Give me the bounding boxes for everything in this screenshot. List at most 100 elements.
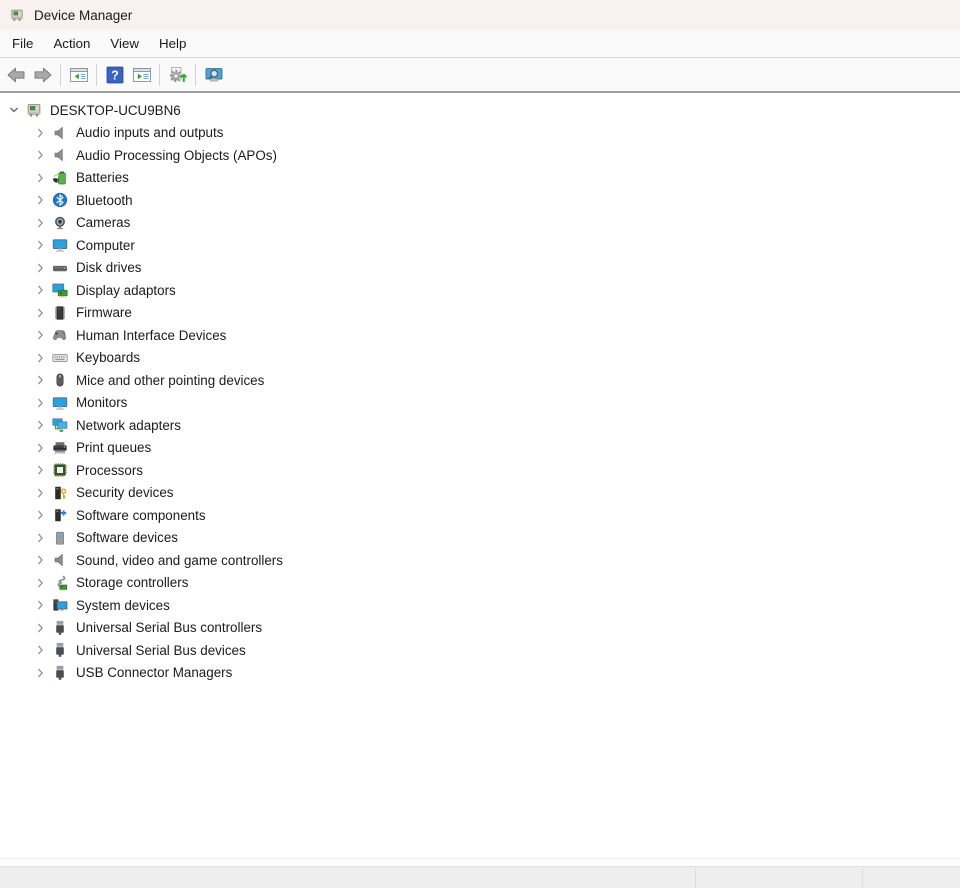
chevron-right-icon[interactable]: [30, 398, 50, 408]
tree-item-label: Security devices: [76, 485, 174, 500]
menu-item-help[interactable]: Help: [149, 30, 196, 57]
system-icon: [50, 597, 70, 614]
disk-icon: [50, 259, 70, 276]
chevron-right-icon[interactable]: [30, 308, 50, 318]
processor-icon: [50, 462, 70, 479]
chevron-right-icon[interactable]: [30, 285, 50, 295]
tree-item[interactable]: Print queues: [0, 437, 960, 460]
help-button[interactable]: [101, 61, 128, 88]
chevron-right-icon[interactable]: [30, 510, 50, 520]
chevron-right-icon[interactable]: [30, 443, 50, 453]
menubar: FileActionViewHelp: [0, 30, 960, 58]
tree-item[interactable]: Processors: [0, 459, 960, 482]
chevron-right-icon[interactable]: [30, 555, 50, 565]
menu-item-view[interactable]: View: [100, 30, 149, 57]
device-manager-window: Device Manager FileActionViewHelp DESKTO…: [0, 0, 960, 888]
tree-item-label: Disk drives: [76, 260, 141, 275]
tree-item-label: Network adapters: [76, 418, 181, 433]
status-bar-divider: [695, 869, 696, 888]
chevron-right-icon[interactable]: [30, 195, 50, 205]
chevron-right-icon[interactable]: [30, 353, 50, 363]
tree-item-label: Keyboards: [76, 350, 140, 365]
forward-arrow-button[interactable]: [29, 61, 56, 88]
menu-item-action[interactable]: Action: [43, 30, 100, 57]
tree-item[interactable]: Cameras: [0, 212, 960, 235]
speaker-icon: [50, 552, 70, 569]
security-icon: [50, 484, 70, 501]
chevron-right-icon[interactable]: [30, 668, 50, 678]
chevron-right-icon[interactable]: [30, 173, 50, 183]
chevron-right-icon[interactable]: [30, 623, 50, 633]
tree-item-label: Computer: [76, 238, 135, 253]
tree-item-label: Bluetooth: [76, 193, 133, 208]
battery-icon: [50, 169, 70, 186]
tree-item-label: Batteries: [76, 170, 129, 185]
tree-item-label: Print queues: [76, 440, 151, 455]
computer-device-icon: [24, 102, 44, 119]
chevron-down-icon[interactable]: [4, 105, 24, 115]
tree-item[interactable]: Monitors: [0, 392, 960, 415]
chevron-right-icon[interactable]: [30, 465, 50, 475]
keyboard-icon: [50, 349, 70, 366]
computer-search-button[interactable]: [200, 61, 227, 88]
tree-item[interactable]: Software components: [0, 504, 960, 527]
usb-icon: [50, 664, 70, 681]
tree-item-label: Mice and other pointing devices: [76, 373, 264, 388]
chevron-right-icon[interactable]: [30, 375, 50, 385]
tree-item[interactable]: Display adaptors: [0, 279, 960, 302]
back-arrow-button[interactable]: [2, 61, 29, 88]
network-icon: [50, 417, 70, 434]
titlebar[interactable]: Device Manager: [0, 0, 960, 30]
tree-item[interactable]: Keyboards: [0, 347, 960, 370]
show-action-pane-icon: [132, 65, 152, 85]
tree-root-item[interactable]: DESKTOP-UCU9BN6: [0, 99, 960, 122]
tree-item[interactable]: Security devices: [0, 482, 960, 505]
show-console-tree-button[interactable]: [65, 61, 92, 88]
tree-item[interactable]: Computer: [0, 234, 960, 257]
toolbar: [0, 58, 960, 93]
software-component-icon: [50, 507, 70, 524]
mouse-icon: [50, 372, 70, 389]
tree-item[interactable]: Human Interface Devices: [0, 324, 960, 347]
scan-hardware-changes-icon: [168, 65, 188, 85]
toolbar-separator: [159, 64, 160, 86]
tree-item[interactable]: Audio Processing Objects (APOs): [0, 144, 960, 167]
tree-item[interactable]: USB Connector Managers: [0, 662, 960, 685]
chevron-right-icon[interactable]: [30, 128, 50, 138]
chevron-right-icon[interactable]: [30, 150, 50, 160]
chevron-right-icon[interactable]: [30, 240, 50, 250]
tree-item[interactable]: Sound, video and game controllers: [0, 549, 960, 572]
tree-item-label: Cameras: [76, 215, 130, 230]
chevron-right-icon[interactable]: [30, 578, 50, 588]
forward-arrow-icon: [33, 65, 53, 85]
chevron-right-icon[interactable]: [30, 533, 50, 543]
chevron-right-icon[interactable]: [30, 263, 50, 273]
tree-item[interactable]: Universal Serial Bus devices: [0, 639, 960, 662]
chevron-right-icon[interactable]: [30, 600, 50, 610]
tree-item[interactable]: System devices: [0, 594, 960, 617]
menu-item-file[interactable]: File: [2, 30, 43, 57]
hid-icon: [50, 327, 70, 344]
scan-hardware-changes-button[interactable]: [164, 61, 191, 88]
tree-item[interactable]: Storage controllers: [0, 572, 960, 595]
tree-item[interactable]: Audio inputs and outputs: [0, 122, 960, 145]
chevron-right-icon[interactable]: [30, 488, 50, 498]
device-manager-app-icon: [9, 7, 25, 23]
tree-item-label: Human Interface Devices: [76, 328, 226, 343]
tree-item[interactable]: Firmware: [0, 302, 960, 325]
tree-item[interactable]: Bluetooth: [0, 189, 960, 212]
show-action-pane-button[interactable]: [128, 61, 155, 88]
tree-item[interactable]: Batteries: [0, 167, 960, 190]
tree-item[interactable]: Mice and other pointing devices: [0, 369, 960, 392]
tree-item[interactable]: Disk drives: [0, 257, 960, 280]
tree-item[interactable]: Network adapters: [0, 414, 960, 437]
chevron-right-icon[interactable]: [30, 218, 50, 228]
tree-item[interactable]: Universal Serial Bus controllers: [0, 617, 960, 640]
tree-item-label: Sound, video and game controllers: [76, 553, 283, 568]
device-tree: DESKTOP-UCU9BN6Audio inputs and outputsA…: [0, 93, 960, 858]
chevron-right-icon[interactable]: [30, 645, 50, 655]
chevron-right-icon[interactable]: [30, 420, 50, 430]
tree-item[interactable]: Software devices: [0, 527, 960, 550]
chevron-right-icon[interactable]: [30, 330, 50, 340]
monitor-icon: [50, 394, 70, 411]
